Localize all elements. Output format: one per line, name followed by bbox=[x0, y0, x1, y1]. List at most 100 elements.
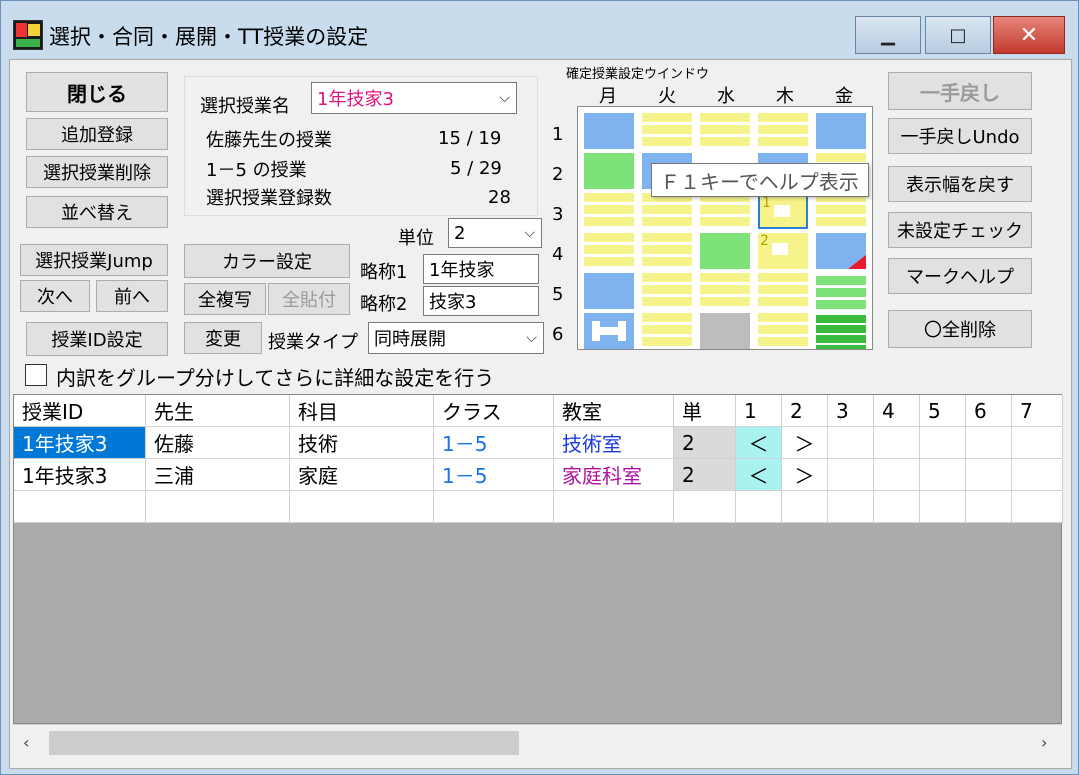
grid-cell-p6[interactable] bbox=[966, 459, 1012, 491]
next-button[interactable]: 次へ bbox=[20, 280, 90, 312]
minimize-button[interactable]: ▁ bbox=[855, 16, 921, 54]
grid-cell-teacher[interactable]: 佐藤 bbox=[146, 427, 290, 459]
change-button[interactable]: 変更 bbox=[184, 322, 262, 354]
tt-cell[interactable] bbox=[700, 313, 750, 349]
grid-cell-p3[interactable] bbox=[828, 459, 874, 491]
tt-cell[interactable] bbox=[700, 273, 750, 309]
tt-cell-selected[interactable]: 1 bbox=[758, 193, 808, 229]
table-row[interactable]: 1年技家3 三浦 家庭 1－5 家庭科室 2 ＜ ＞ bbox=[14, 459, 1063, 491]
tt-cell[interactable] bbox=[584, 273, 634, 309]
add-register-button[interactable]: 追加登録 bbox=[26, 118, 168, 150]
grid-header-id[interactable]: 授業ID bbox=[14, 395, 146, 427]
grid-cell-p4[interactable] bbox=[874, 427, 920, 459]
grid-header-p1[interactable]: 1 bbox=[736, 395, 782, 427]
tt-cell[interactable] bbox=[642, 193, 692, 229]
scroll-thumb[interactable] bbox=[49, 731, 519, 755]
grid-cell-room[interactable]: 家庭科室 bbox=[554, 459, 674, 491]
abbr2-input[interactable]: 技家3 bbox=[423, 286, 539, 316]
tt-cell[interactable] bbox=[758, 273, 808, 309]
unit-dropdown[interactable]: 2 ⌵ bbox=[448, 218, 542, 248]
grid-cell-unit[interactable]: 2 bbox=[674, 427, 736, 459]
grid-header-teacher[interactable]: 先生 bbox=[146, 395, 290, 427]
tt-cell[interactable] bbox=[584, 313, 634, 349]
tt-cell[interactable] bbox=[642, 273, 692, 309]
select-lesson-dropdown[interactable]: 1年技家3 ⌵ bbox=[311, 82, 517, 114]
tt-cell[interactable] bbox=[816, 313, 866, 349]
horizontal-scrollbar[interactable]: ‹ › bbox=[13, 724, 1062, 760]
grid-header-p3[interactable]: 3 bbox=[828, 395, 874, 427]
grid-cell-p7[interactable] bbox=[1012, 459, 1063, 491]
grid-cell-p2[interactable]: ＞ bbox=[782, 459, 828, 491]
tt-cell[interactable] bbox=[816, 113, 866, 149]
grid-cell-p2[interactable]: ＞ bbox=[782, 427, 828, 459]
copy-all-button[interactable]: 全複写 bbox=[184, 283, 266, 315]
grid-header-p6[interactable]: 6 bbox=[966, 395, 1012, 427]
restore-width-button[interactable]: 表示幅を戻す bbox=[888, 166, 1032, 202]
delete-all-button[interactable]: 〇全削除 bbox=[888, 310, 1032, 348]
color-settings-button[interactable]: カラー設定 bbox=[184, 244, 350, 278]
paste-all-button[interactable]: 全貼付 bbox=[268, 283, 350, 315]
scroll-left-icon[interactable]: ‹ bbox=[23, 733, 29, 752]
grid-cell-room[interactable]: 技術室 bbox=[554, 427, 674, 459]
mark-help-button[interactable]: マークヘルプ bbox=[888, 258, 1032, 294]
tt-cell[interactable] bbox=[584, 153, 634, 189]
lesson-grid[interactable]: 授業ID 先生 科目 クラス 教室 単 1 2 3 4 5 6 7 1年技家3 … bbox=[13, 394, 1063, 724]
unset-check-button[interactable]: 未設定チェック bbox=[888, 212, 1032, 248]
grid-header-room[interactable]: 教室 bbox=[554, 395, 674, 427]
grid-header-p5[interactable]: 5 bbox=[920, 395, 966, 427]
grid-cell-p5[interactable] bbox=[920, 427, 966, 459]
grid-cell-id[interactable]: 1年技家3 bbox=[14, 427, 146, 459]
tt-cell[interactable] bbox=[642, 233, 692, 269]
grid-header-class[interactable]: クラス bbox=[434, 395, 554, 427]
grid-header-subject[interactable]: 科目 bbox=[290, 395, 434, 427]
abbr1-input[interactable]: 1年技家 bbox=[423, 254, 539, 284]
grid-cell-class[interactable]: 1－5 bbox=[434, 427, 554, 459]
undo-undo-button[interactable]: 一手戻しUndo bbox=[888, 118, 1032, 154]
tt-cell[interactable] bbox=[816, 233, 866, 269]
grid-cell-p7[interactable] bbox=[1012, 427, 1063, 459]
prev-button[interactable]: 前へ bbox=[96, 280, 168, 312]
close-button[interactable]: 閉じる bbox=[26, 72, 168, 112]
tt-cell[interactable] bbox=[584, 193, 634, 229]
tt-cell[interactable]: 2 bbox=[758, 233, 808, 269]
lesson-id-button[interactable]: 授業ID設定 bbox=[26, 322, 168, 356]
grid-cell-unit[interactable]: 2 bbox=[674, 459, 736, 491]
group-detail-checkbox[interactable] bbox=[25, 364, 47, 386]
grid-cell-class[interactable]: 1－5 bbox=[434, 459, 554, 491]
tt-cell[interactable] bbox=[700, 233, 750, 269]
grid-cell-p4[interactable] bbox=[874, 459, 920, 491]
grid-cell-subject[interactable]: 家庭 bbox=[290, 459, 434, 491]
tt-cell[interactable] bbox=[758, 113, 808, 149]
table-row-empty[interactable] bbox=[14, 491, 1063, 523]
grid-cell-teacher[interactable]: 三浦 bbox=[146, 459, 290, 491]
tt-cell[interactable] bbox=[816, 273, 866, 309]
grid-cell-p6[interactable] bbox=[966, 427, 1012, 459]
tt-cell[interactable] bbox=[642, 113, 692, 149]
lesson-type-dropdown[interactable]: 同時展開 ⌵ bbox=[368, 322, 544, 354]
sort-button[interactable]: 並べ替え bbox=[26, 196, 168, 228]
tt-cell[interactable] bbox=[816, 193, 866, 229]
grid-cell-subject[interactable]: 技術 bbox=[290, 427, 434, 459]
maximize-button[interactable]: □ bbox=[925, 16, 991, 54]
grid-header-p2[interactable]: 2 bbox=[782, 395, 828, 427]
grid-cell-id[interactable]: 1年技家3 bbox=[14, 459, 146, 491]
table-row[interactable]: 1年技家3 佐藤 技術 1－5 技術室 2 ＜ ＞ bbox=[14, 427, 1063, 459]
tt-cell[interactable] bbox=[700, 193, 750, 229]
grid-header-p4[interactable]: 4 bbox=[874, 395, 920, 427]
grid-cell-p5[interactable] bbox=[920, 459, 966, 491]
tt-cell[interactable] bbox=[584, 233, 634, 269]
tt-cell[interactable] bbox=[584, 113, 634, 149]
grid-cell-p3[interactable] bbox=[828, 427, 874, 459]
delete-selection-button[interactable]: 選択授業削除 bbox=[26, 156, 168, 188]
undo-button[interactable]: 一手戻し bbox=[888, 72, 1032, 110]
grid-cell-p1[interactable]: ＜ bbox=[736, 459, 782, 491]
tt-cell[interactable] bbox=[642, 313, 692, 349]
tt-cell[interactable] bbox=[758, 313, 808, 349]
jump-button[interactable]: 選択授業Jump bbox=[20, 244, 168, 276]
timetable-grid[interactable]: 1 2 bbox=[577, 106, 873, 350]
scroll-right-icon[interactable]: › bbox=[1041, 733, 1047, 752]
tt-cell[interactable] bbox=[700, 113, 750, 149]
close-window-button[interactable]: ✕ bbox=[993, 16, 1065, 54]
grid-header-unit[interactable]: 単 bbox=[674, 395, 736, 427]
grid-header-p7[interactable]: 7 bbox=[1012, 395, 1063, 427]
